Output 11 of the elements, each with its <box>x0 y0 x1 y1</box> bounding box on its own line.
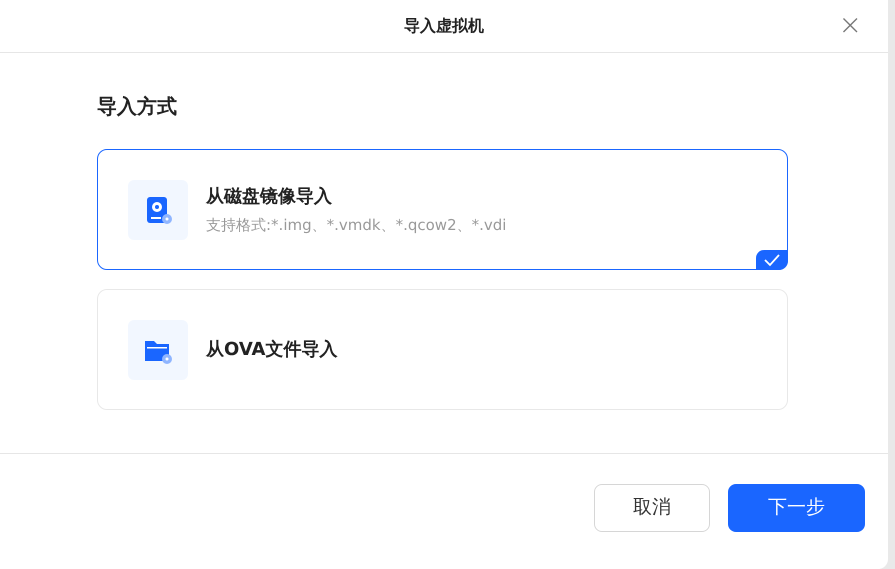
dialog-title: 导入虚拟机 <box>404 15 484 37</box>
import-option[interactable]: 从磁盘镜像导入 支持格式:*.img、*.vmdk、*.qcow2、*.vdi <box>97 149 788 270</box>
close-button[interactable]: × <box>838 11 862 39</box>
check-icon <box>756 250 788 270</box>
section-title: 导入方式 <box>97 93 178 120</box>
import-option[interactable]: 从OVA文件导入 <box>97 289 788 410</box>
cancel-button[interactable]: 取消 <box>594 484 710 532</box>
option-title: 从OVA文件导入 <box>206 338 338 362</box>
option-description: 支持格式:*.img、*.vmdk、*.qcow2、*.vdi <box>206 214 506 236</box>
next-button[interactable]: 下一步 <box>728 484 865 532</box>
option-title: 从磁盘镜像导入 <box>206 184 333 209</box>
